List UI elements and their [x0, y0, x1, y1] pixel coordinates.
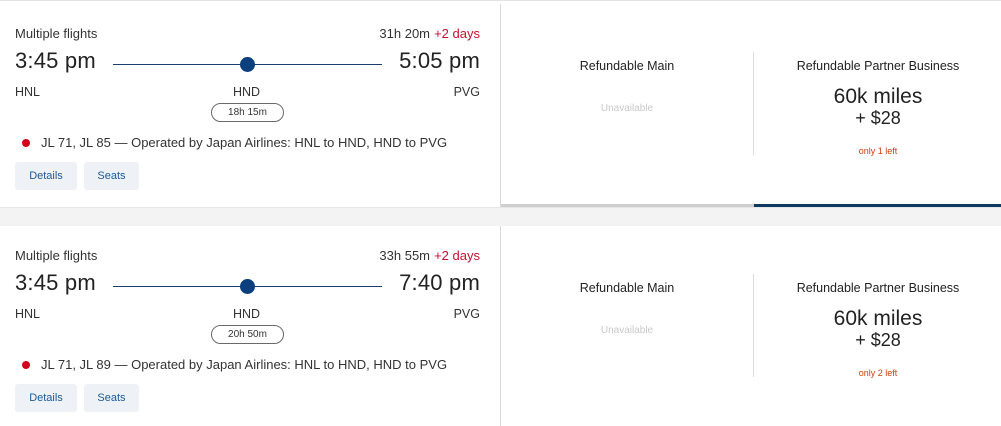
flight-result-row: Multiple flights 31h 20m +2 days 3:45 pm…: [0, 4, 1001, 207]
flight-type-label: Multiple flights: [15, 26, 98, 41]
seats-left-notice: only 2 left: [858, 368, 898, 378]
seats-button[interactable]: Seats: [84, 384, 139, 412]
flight-operator-info: JL 71, JL 85 — Operated by Japan Airline…: [41, 135, 448, 150]
arrival-time: 7:40 pm: [399, 270, 480, 295]
flight-result-row: Multiple flights 33h 55m +2 days 3:45 pm…: [0, 226, 1001, 426]
seats-button[interactable]: Seats: [84, 162, 139, 190]
top-divider: [0, 0, 1001, 1]
fare-cash-fee: + $28: [855, 330, 901, 350]
fare-title: Refundable Main: [579, 281, 675, 295]
fare-refundable-partner-business[interactable]: Refundable Partner Business 60k miles + …: [754, 4, 1001, 207]
seats-left-notice: only 1 left: [858, 146, 898, 156]
total-duration: 31h 20m: [379, 26, 430, 41]
fare-options: Refundable Main Unavailable Refundable P…: [500, 226, 1001, 426]
layover-duration-pill: 18h 15m: [211, 103, 284, 122]
plus-days-badge: +2 days: [434, 248, 480, 263]
japan-airlines-logo-icon: [22, 139, 30, 147]
stopover-dot-icon: [240, 57, 255, 72]
total-duration: 33h 55m: [379, 248, 430, 263]
flight-type-label: Multiple flights: [15, 248, 98, 263]
fare-title: Refundable Main: [579, 59, 675, 73]
plus-days-badge: +2 days: [434, 26, 480, 41]
departure-time: 3:45 pm: [15, 270, 96, 295]
flight-card[interactable]: Multiple flights 33h 55m +2 days 3:45 pm…: [0, 226, 500, 426]
departure-time: 3:45 pm: [15, 48, 96, 73]
fare-miles-price: 60k miles: [833, 85, 923, 108]
arrival-time: 5:05 pm: [399, 48, 480, 73]
stopover-airport: HND: [233, 307, 261, 321]
stopover-airport: HND: [233, 85, 261, 99]
fare-refundable-partner-business[interactable]: Refundable Partner Business 60k miles + …: [754, 226, 1001, 426]
fare-options: Refundable Main Unavailable Refundable P…: [500, 4, 1001, 207]
departure-airport: HNL: [15, 307, 41, 321]
fare-title: Refundable Partner Business: [796, 59, 960, 73]
japan-airlines-logo-icon: [22, 361, 30, 369]
details-button[interactable]: Details: [15, 384, 77, 412]
departure-airport: HNL: [15, 85, 41, 99]
flight-results-page: Multiple flights 31h 20m +2 days 3:45 pm…: [0, 0, 1001, 426]
layover-duration-pill: 20h 50m: [211, 325, 284, 344]
fare-cash-fee: + $28: [855, 108, 901, 128]
flight-card[interactable]: Multiple flights 31h 20m +2 days 3:45 pm…: [0, 4, 500, 207]
details-button[interactable]: Details: [15, 162, 77, 190]
fare-refundable-main: Refundable Main Unavailable: [501, 226, 753, 426]
flight-operator-info: JL 71, JL 89 — Operated by Japan Airline…: [41, 357, 448, 372]
fare-miles-price: 60k miles: [833, 307, 923, 330]
stopover-dot-icon: [240, 279, 255, 294]
fare-refundable-main: Refundable Main Unavailable: [501, 4, 753, 207]
fare-unavailable-label: Unavailable: [600, 103, 654, 114]
arrival-airport: PVG: [453, 85, 480, 99]
fare-title: Refundable Partner Business: [796, 281, 960, 295]
arrival-airport: PVG: [453, 307, 480, 321]
fare-unavailable-label: Unavailable: [600, 325, 654, 336]
